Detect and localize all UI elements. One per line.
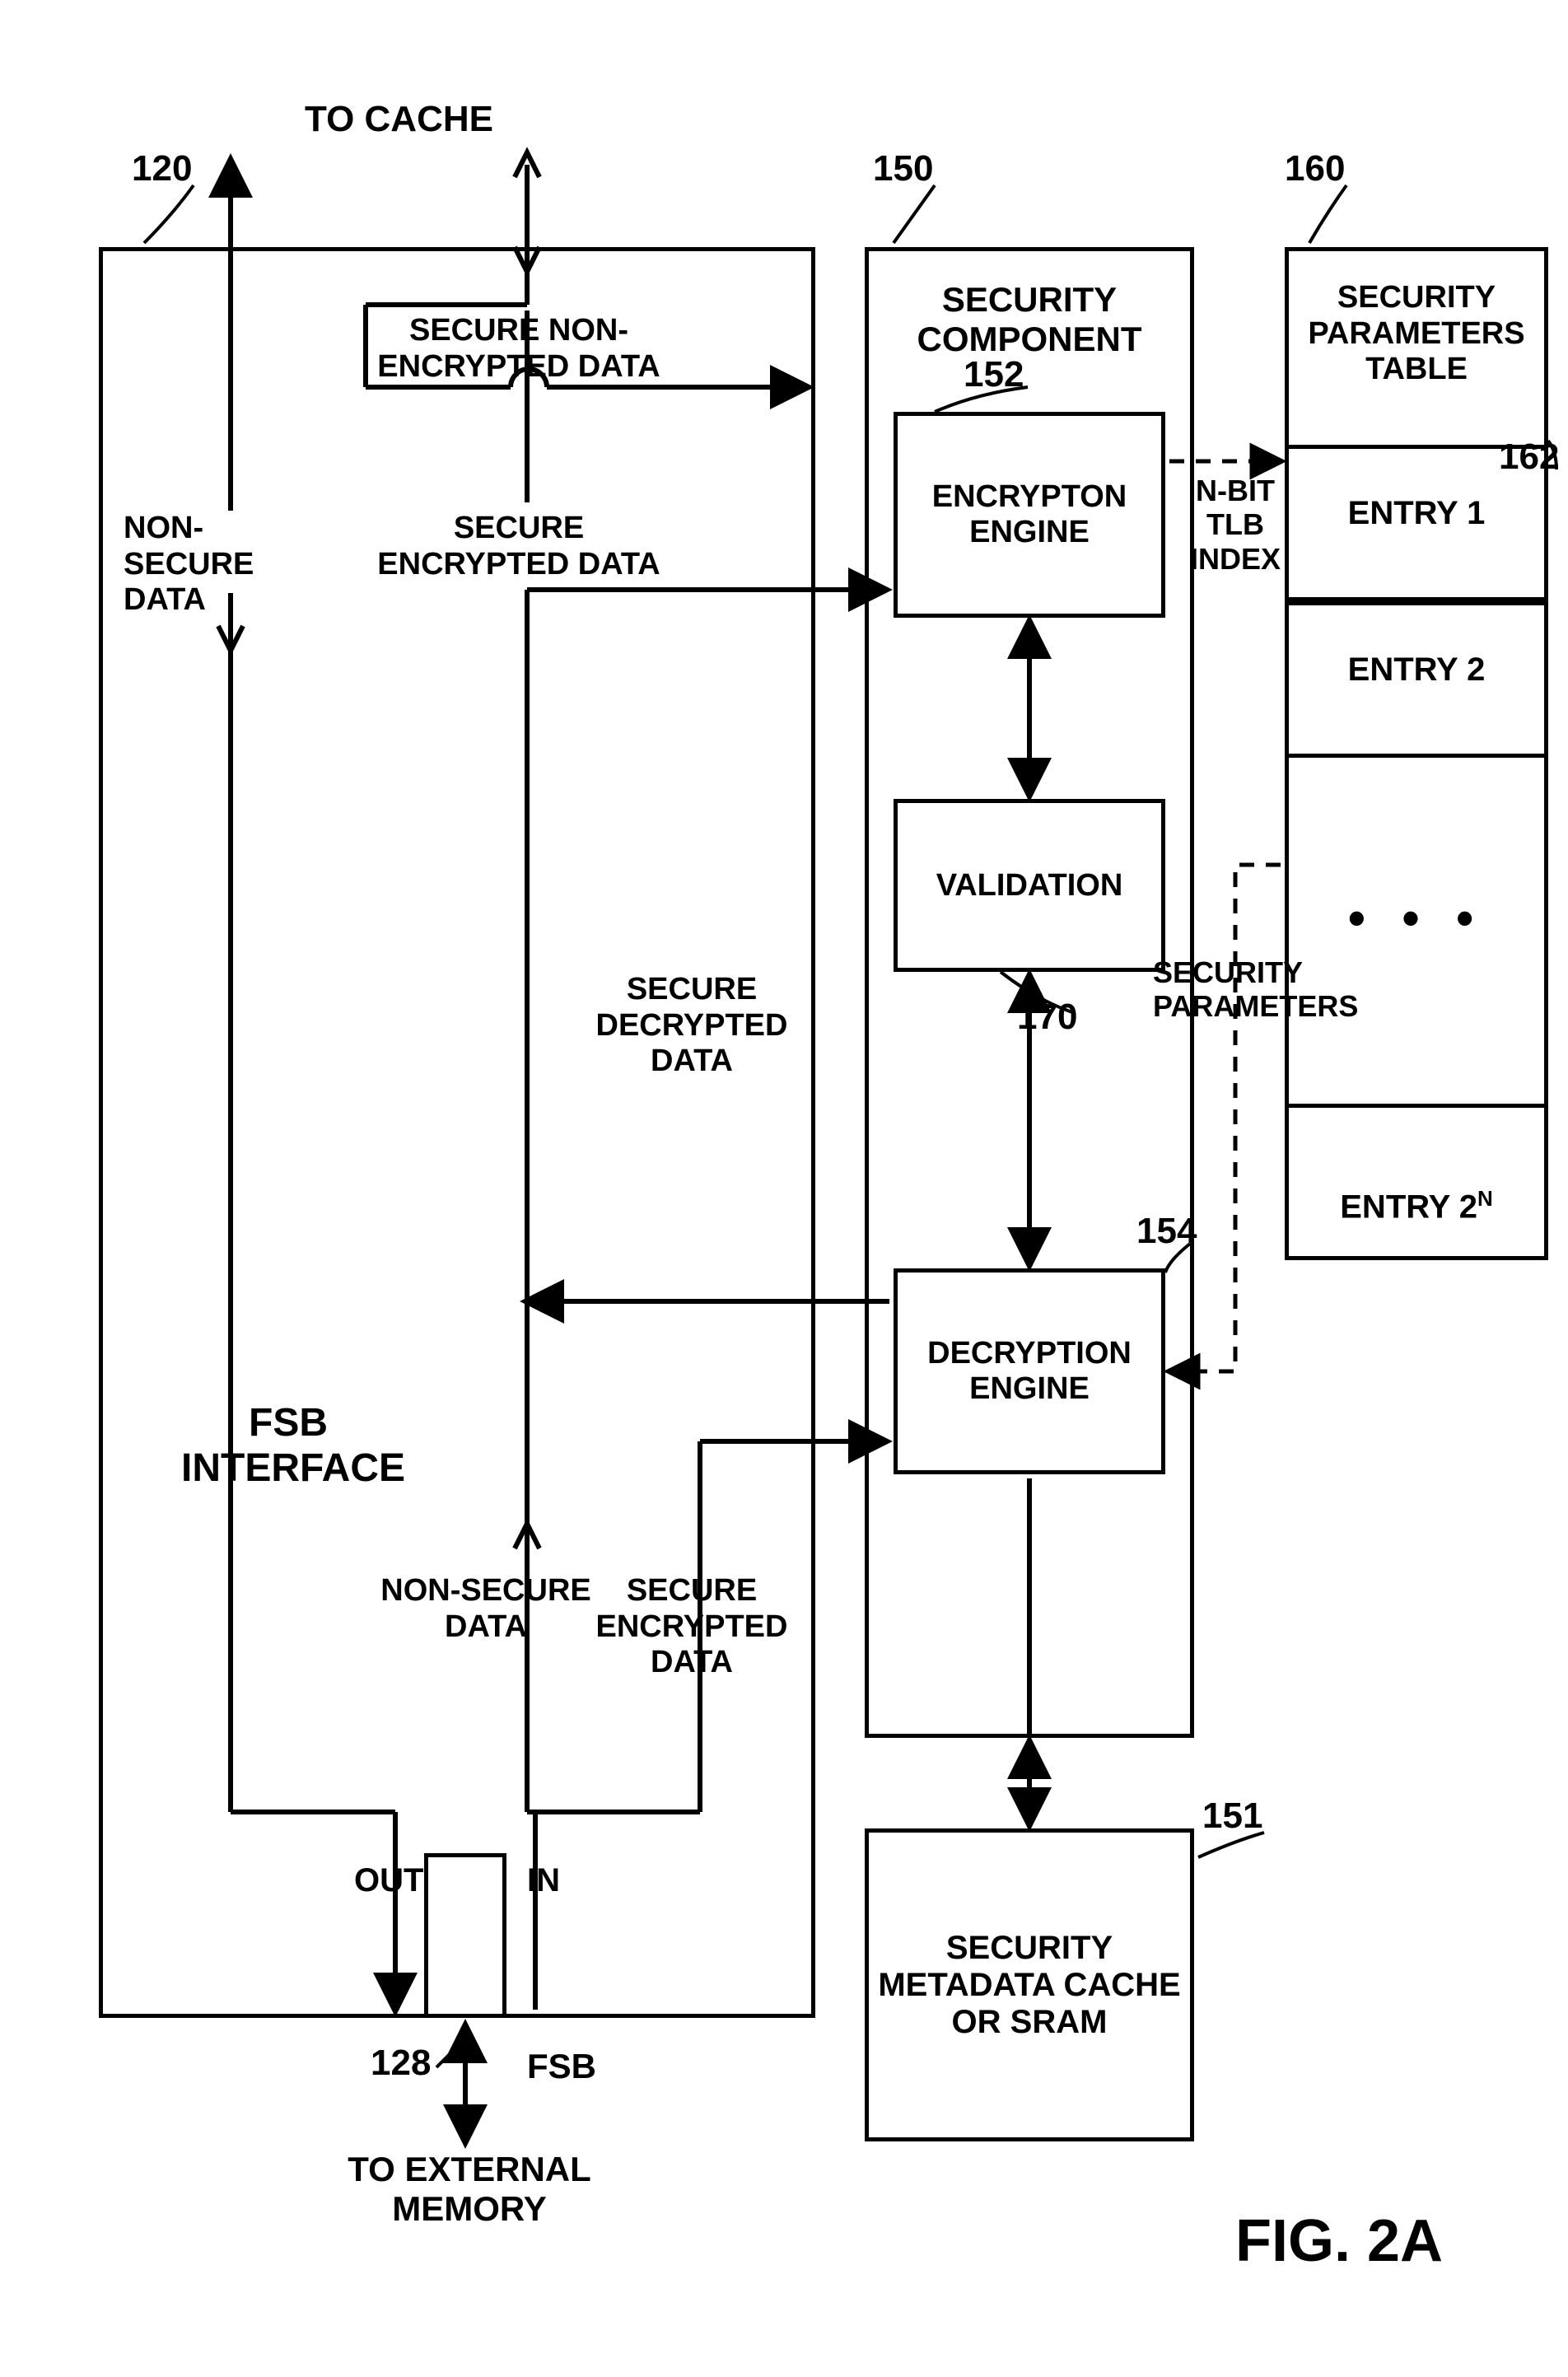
decryption-engine-box: DECRYPTION ENGINE	[894, 1268, 1165, 1474]
security-parameters-label: SECURITY PARAMETERS	[1153, 955, 1367, 1024]
validation-box: VALIDATION	[894, 799, 1165, 972]
ref-152: 152	[964, 354, 1024, 395]
metadata-cache-label: SECURITY METADATA CACHE OR SRAM	[869, 1930, 1190, 2041]
out-label: OUT	[354, 1861, 423, 1899]
secure-nonenc: SECURE NON- ENCRYPTED DATA	[354, 313, 684, 385]
entry-n-label: ENTRY 2N	[1293, 1149, 1540, 1226]
figure-label: FIG. 2A	[1235, 2207, 1443, 2275]
ref-120: 120	[132, 148, 192, 189]
decryption-engine-label: DECRYPTION ENGINE	[898, 1336, 1161, 1407]
fsb-interface-title: FSB INTERFACE	[181, 1400, 395, 1491]
in-label: IN	[527, 1861, 560, 1899]
ref-160: 160	[1285, 148, 1345, 189]
fsb-label: FSB	[527, 2047, 596, 2086]
nonsecure-data-out: NON- SECURE DATA	[124, 511, 338, 619]
ref-154: 154	[1136, 1211, 1197, 1252]
entry-1-label: ENTRY 1	[1293, 494, 1540, 532]
secure-enc: SECURE ENCRYPTED DATA	[354, 511, 684, 582]
ref-162: 162	[1499, 437, 1559, 478]
encryption-engine-box: ENCRYPTON ENGINE	[894, 412, 1165, 618]
encryption-engine-label: ENCRYPTON ENGINE	[898, 479, 1161, 550]
ref-150: 150	[873, 148, 933, 189]
dots-label: • • •	[1293, 890, 1540, 946]
ref-170: 170	[1017, 997, 1077, 1038]
sec-params-table-title: SECURITY PARAMETERS TABLE	[1293, 280, 1540, 388]
fsb-port-box	[424, 1853, 506, 2018]
nbit-tlb-index-label: N-BIT TLB INDEX	[1169, 474, 1301, 576]
secure-decrypted: SECURE DECRYPTED DATA	[576, 972, 807, 1080]
metadata-cache-box: SECURITY METADATA CACHE OR SRAM	[865, 1828, 1194, 2141]
validation-label: VALIDATION	[936, 868, 1123, 904]
entry-2-label: ENTRY 2	[1293, 651, 1540, 689]
to-cache-label: TO CACHE	[305, 99, 493, 141]
nonsecure-data-in: NON-SECURE DATA	[371, 1573, 601, 1645]
security-component-title: SECURITY COMPONENT	[898, 280, 1161, 360]
ref-128: 128	[371, 2043, 431, 2084]
to-ext-mem: TO EXTERNAL MEMORY	[329, 2150, 609, 2230]
ref-151: 151	[1202, 1796, 1262, 1837]
secure-encrypted-in: SECURE ENCRYPTED DATA	[576, 1573, 807, 1681]
